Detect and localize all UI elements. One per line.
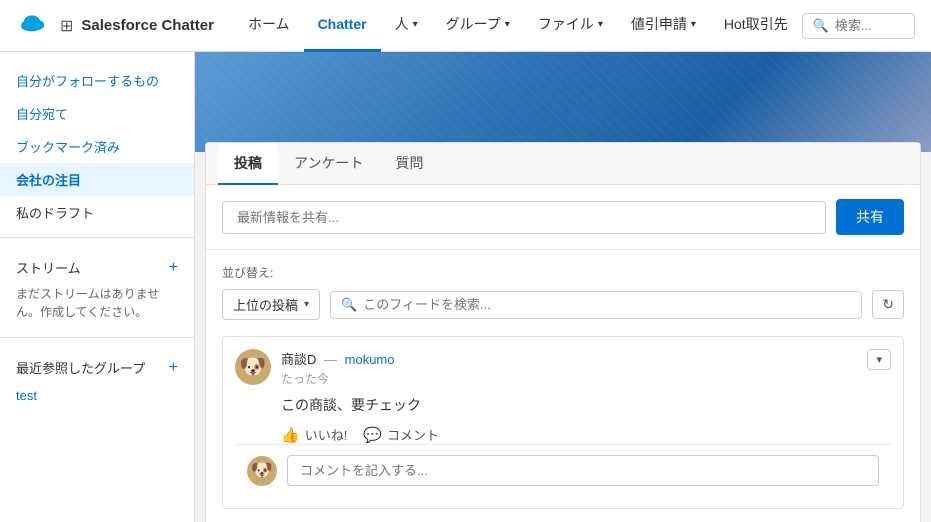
dash: — <box>324 352 337 367</box>
sidebar-divider-2 <box>0 337 194 338</box>
nav-items: ホーム Chatter 人 ▾ グループ ▾ ファイル ▾ 値引申請 ▾ Hot… <box>234 0 802 52</box>
search-input[interactable] <box>835 18 904 33</box>
post-card: 🐶 商談D — mokumo たった今 <box>222 336 904 509</box>
nav-home[interactable]: ホーム <box>234 0 304 52</box>
feed-search-input[interactable] <box>363 297 851 312</box>
sort-label: 並び替え: <box>222 264 904 281</box>
chevron-down-icon: ▾ <box>598 19 603 30</box>
tab-posts[interactable]: 投稿 <box>218 143 278 185</box>
hero-header <box>195 52 931 152</box>
nav-chatter[interactable]: Chatter <box>304 0 381 52</box>
feed-controls: 上位の投稿 ▾ 🔍 ↻ <box>222 289 904 320</box>
nav-people[interactable]: 人 ▾ <box>381 0 432 52</box>
post-author-block: 🐶 商談D — mokumo たった今 <box>235 349 395 387</box>
tab-questions[interactable]: 質問 <box>379 143 439 185</box>
add-stream-icon[interactable]: + <box>169 259 178 277</box>
feed-search-icon: 🔍 <box>341 297 357 313</box>
top-navbar: ⊞ Salesforce Chatter ホーム Chatter 人 ▾ グルー… <box>0 0 931 52</box>
nav-groups[interactable]: グループ ▾ <box>432 0 524 52</box>
author-meta: 商談D — mokumo たった今 <box>281 349 395 387</box>
comment-avatar-image: 🐶 <box>251 460 273 481</box>
chevron-down-icon: ▾ <box>691 19 696 30</box>
sidebar-recent-groups-section: 最近参照したグループ + <box>0 346 194 381</box>
post-body: この商談、要チェック <box>235 395 891 415</box>
post-header: 🐶 商談D — mokumo たった今 <box>235 349 891 387</box>
chatter-content-card: 投稿 アンケート 質問 共有 並び替え: 上位の <box>205 142 921 522</box>
salesforce-logo[interactable] <box>16 8 60 43</box>
avatar-image: 🐶 <box>239 354 266 380</box>
sidebar-item-drafts[interactable]: 私のドラフト <box>0 196 194 229</box>
record-link[interactable]: 商談D <box>281 352 316 367</box>
main-layout: 自分がフォローするもの 自分宛て ブックマーク済み 会社の注目 私のドラフト ス… <box>0 52 931 522</box>
comment-label: コメント <box>387 425 439 444</box>
sidebar-item-bookmarks[interactable]: ブックマーク済み <box>0 130 194 163</box>
sidebar-streams-section: ストリーム + <box>0 246 194 281</box>
sidebar: 自分がフォローするもの 自分宛て ブックマーク済み 会社の注目 私のドラフト ス… <box>0 52 195 522</box>
sort-chevron-icon: ▾ <box>304 299 309 310</box>
feed-search-bar[interactable]: 🔍 <box>330 291 862 319</box>
comment-icon: 💬 <box>363 426 382 444</box>
sidebar-item-for-me[interactable]: 自分宛て <box>0 97 194 130</box>
dropdown-arrow-icon: ▾ <box>876 354 882 366</box>
search-icon: 🔍 <box>813 18 829 34</box>
chevron-down-icon: ▾ <box>413 19 418 30</box>
sidebar-item-recent-group[interactable]: test <box>0 381 194 410</box>
add-group-icon[interactable]: + <box>169 359 178 377</box>
sidebar-streams-empty: まだストリームはありません。作成してください。 <box>0 281 194 329</box>
like-button[interactable]: 👍 いいね! <box>281 425 347 444</box>
comment-input[interactable] <box>287 455 879 486</box>
nav-discount[interactable]: 値引申請 ▾ <box>617 0 710 52</box>
share-area: 共有 <box>206 185 920 250</box>
comment-input-row: 🐶 <box>235 444 891 496</box>
like-label: いいね! <box>305 425 348 444</box>
grid-icon[interactable]: ⊞ <box>60 16 73 36</box>
sidebar-divider <box>0 237 194 238</box>
sort-dropdown[interactable]: 上位の投稿 ▾ <box>222 289 320 320</box>
sidebar-item-following[interactable]: 自分がフォローするもの <box>0 64 194 97</box>
app-title: Salesforce Chatter <box>81 17 214 34</box>
post-time: たった今 <box>281 370 395 387</box>
post-actions-button[interactable]: ▾ <box>867 349 891 370</box>
feed-area: 並び替え: 上位の投稿 ▾ 🔍 ↻ <box>206 250 920 522</box>
tab-polls[interactable]: アンケート <box>278 143 379 185</box>
share-input[interactable] <box>222 201 826 234</box>
refresh-button[interactable]: ↻ <box>872 290 904 319</box>
content-area: 投稿 アンケート 質問 共有 並び替え: 上位の <box>195 52 931 522</box>
sidebar-item-company[interactable]: 会社の注目 <box>0 163 194 196</box>
nav-hot-accounts[interactable]: Hot取引先 <box>710 0 802 52</box>
nav-files[interactable]: ファイル ▾ <box>524 0 617 52</box>
comment-button[interactable]: 💬 コメント <box>363 425 439 444</box>
tab-bar: 投稿 アンケート 質問 <box>206 143 920 185</box>
share-button[interactable]: 共有 <box>836 199 904 235</box>
post-reactions: 👍 いいね! 💬 コメント <box>235 425 891 444</box>
user-link[interactable]: mokumo <box>345 352 395 367</box>
comment-avatar: 🐶 <box>247 456 277 486</box>
author-name-line: 商談D — mokumo <box>281 349 395 368</box>
global-search-bar[interactable]: 🔍 <box>802 13 915 39</box>
avatar: 🐶 <box>235 349 271 385</box>
chevron-down-icon: ▾ <box>505 19 510 30</box>
like-icon: 👍 <box>281 426 300 444</box>
